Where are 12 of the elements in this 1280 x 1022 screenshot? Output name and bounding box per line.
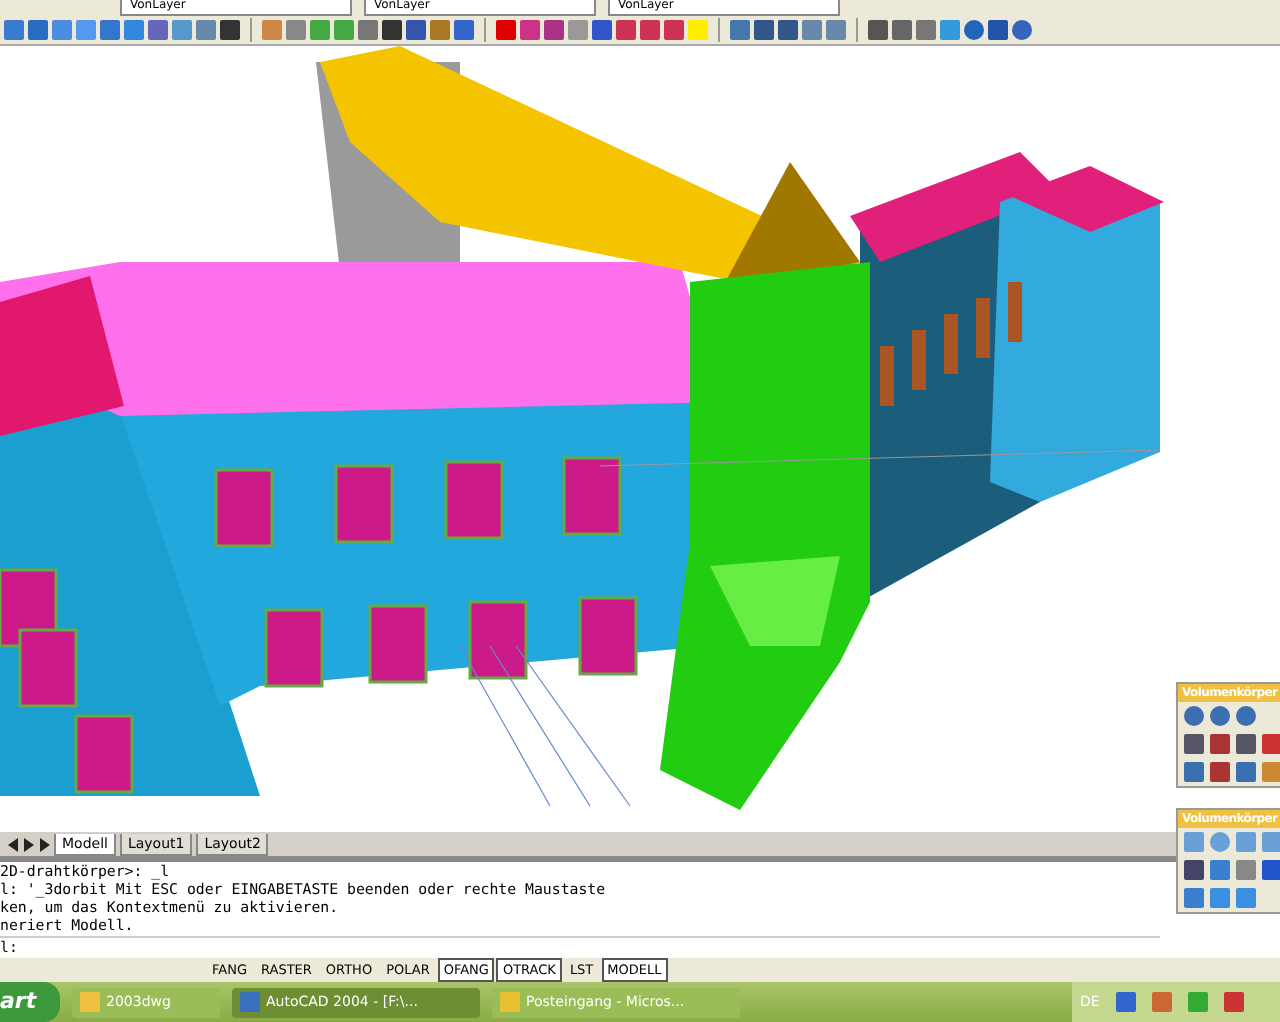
sphere-icon[interactable]: [1012, 20, 1032, 40]
toolbar-icon[interactable]: [262, 20, 282, 40]
sphere-icon[interactable]: [1210, 832, 1230, 852]
box-icon[interactable]: [1184, 734, 1204, 754]
tray-icon[interactable]: [1223, 992, 1244, 1012]
tray-icon[interactable]: [1187, 992, 1208, 1012]
tray-icon[interactable]: [1115, 992, 1136, 1012]
tray-icon[interactable]: [1151, 992, 1172, 1012]
start-button[interactable]: art: [0, 982, 60, 1022]
sphere-icon[interactable]: [964, 20, 984, 40]
box-icon[interactable]: [1184, 860, 1204, 880]
box-icon[interactable]: [1236, 734, 1256, 754]
